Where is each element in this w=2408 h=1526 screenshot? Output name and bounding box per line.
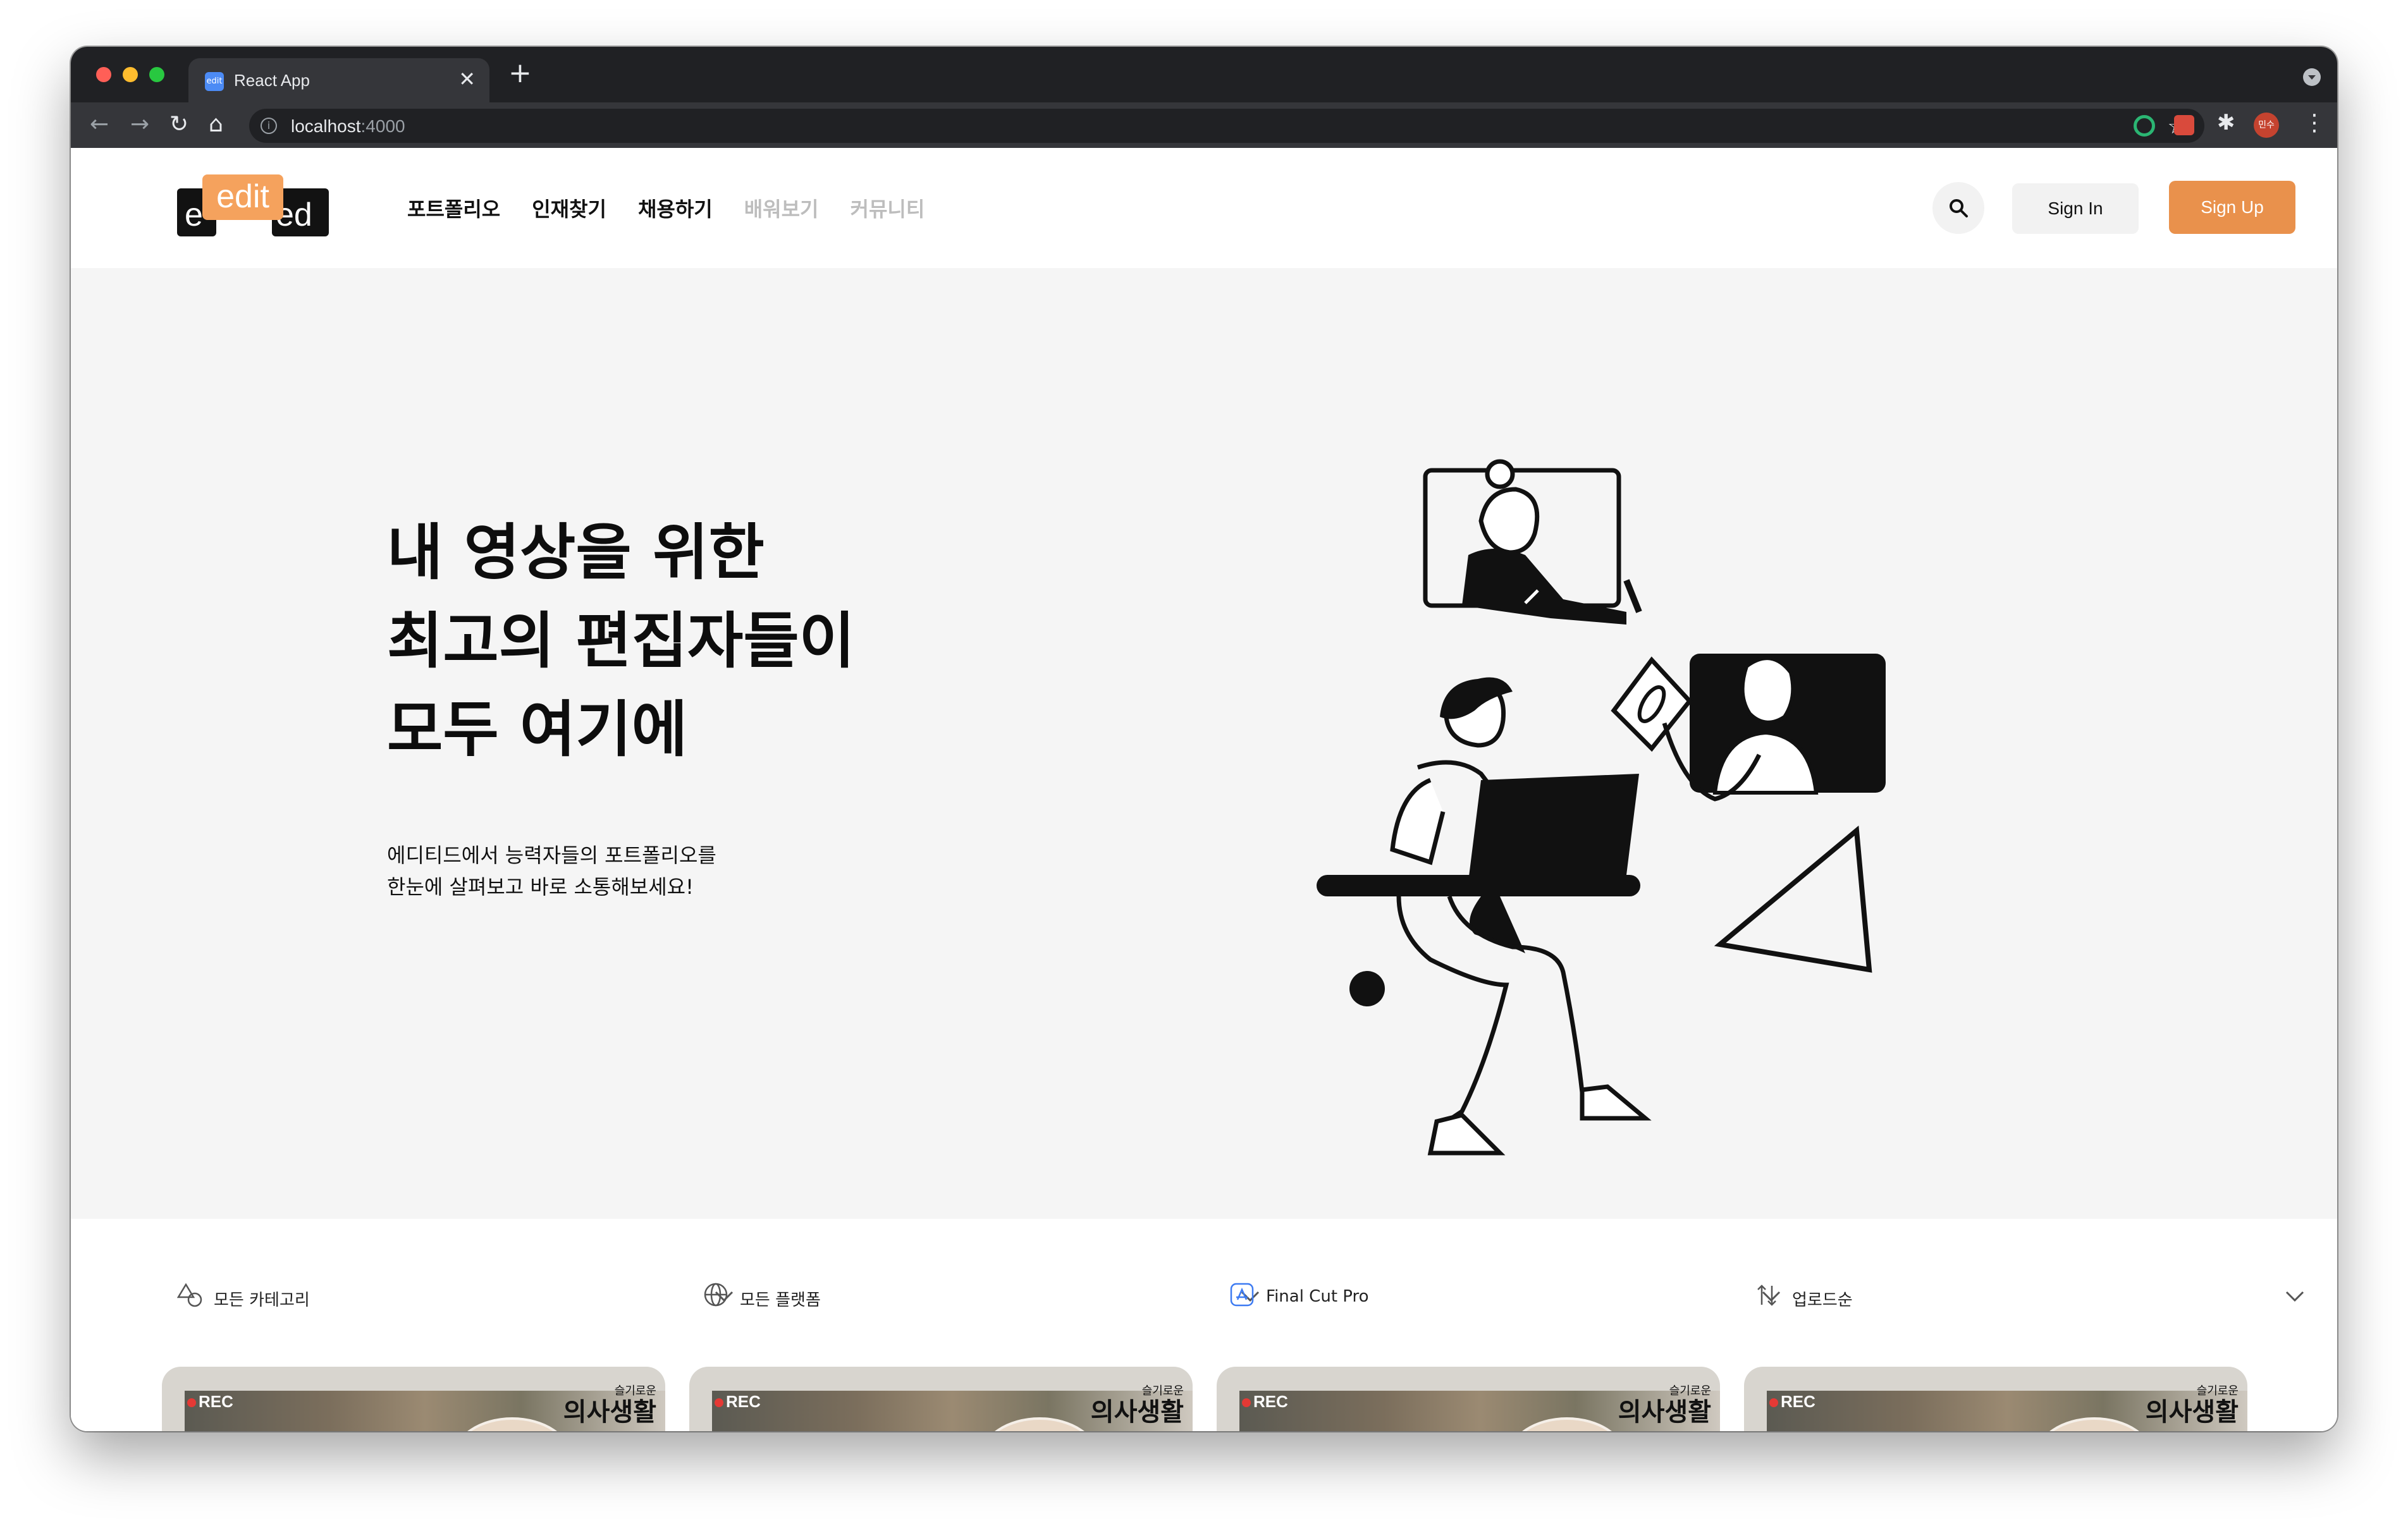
hero-title-line: 최고의 편집자들이: [387, 606, 855, 676]
category-filter-dropdown[interactable]: 모든 카테고리: [177, 1278, 746, 1316]
new-tab-button[interactable]: +: [508, 57, 532, 89]
portfolio-card[interactable]: REC 슬기로운 의사생활: [689, 1367, 1193, 1431]
software-filter-dropdown[interactable]: Final Cut Pro: [1229, 1278, 1798, 1316]
logo-edit-badge: edit: [202, 174, 283, 220]
page: e ed edit 포트폴리오 인재찾기 채용하기 배워보기 커뮤니티 Sign…: [71, 148, 2337, 1431]
address-bar[interactable]: i localhost:4000 ☆: [249, 109, 2204, 143]
favicon-icon: edit: [205, 72, 224, 91]
portfolio-card[interactable]: REC 슬기로운 의사생활: [1744, 1367, 2247, 1431]
show-title-small: 슬기로운: [614, 1384, 656, 1398]
tab-close-icon[interactable]: ✕: [458, 67, 476, 91]
rec-badge: REC: [715, 1392, 761, 1412]
portfolio-card[interactable]: REC 슬기로운 의사생활: [1217, 1367, 1720, 1431]
nav-item-portfolio[interactable]: 포트폴리오: [407, 193, 500, 223]
show-title: 슬기로운 의사생활: [563, 1382, 656, 1426]
url-text: localhost:4000: [291, 116, 405, 137]
logo-letter-e: e: [185, 197, 203, 233]
window-close-button[interactable]: [96, 67, 111, 82]
show-title-big: 의사생활: [2145, 1398, 2239, 1427]
globe-icon: [704, 1283, 728, 1307]
hero-title-line: 내 영상을 위한: [387, 517, 765, 588]
main-nav: 포트폴리오 인재찾기 채용하기 배워보기 커뮤니티: [407, 193, 924, 223]
rec-badge: REC: [187, 1392, 233, 1412]
platform-filter-dropdown[interactable]: 모든 플랫폼: [703, 1278, 1272, 1316]
hero-subtitle-line: 한눈에 살펴보고 바로 소통해보세요!: [387, 875, 694, 899]
site-logo[interactable]: e ed edit: [177, 174, 329, 244]
sign-up-button[interactable]: Sign Up: [2169, 181, 2295, 234]
software-filter-label: Final Cut Pro: [1266, 1287, 1369, 1306]
sort-label: 업로드순: [1792, 1291, 1853, 1310]
category-filter-label: 모든 카테고리: [214, 1291, 310, 1310]
rec-badge: REC: [1242, 1392, 1288, 1412]
search-button[interactable]: [1932, 182, 1984, 234]
profile-avatar[interactable]: 민수: [2254, 113, 2279, 138]
browser-toolbar: ← → ↻ ⌂ i localhost:4000 ☆ ✱ 민수 ⋮: [71, 102, 2337, 148]
tab-bar: edit React App ✕ +: [71, 47, 2337, 102]
nav-item-learn[interactable]: 배워보기: [744, 193, 819, 223]
show-title-small: 슬기로운: [1669, 1384, 1711, 1398]
show-title-small: 슬기로운: [2196, 1384, 2239, 1398]
extension-red-icon[interactable]: [2174, 115, 2194, 135]
sign-in-button[interactable]: Sign In: [2012, 183, 2139, 234]
nav-item-hiring[interactable]: 채용하기: [638, 193, 713, 223]
show-title-small: 슬기로운: [1141, 1384, 1184, 1398]
tab-title: React App: [234, 71, 310, 90]
show-title: 슬기로운 의사생활: [1091, 1382, 1184, 1426]
home-icon[interactable]: ⌂: [209, 111, 223, 137]
hero-section: 내 영상을 위한 최고의 편집자들이 모두 여기에 에디티드에서 능력자들의 포…: [71, 268, 2337, 1219]
rec-badge: REC: [1769, 1392, 1815, 1412]
show-title-big: 의사생활: [1090, 1398, 1184, 1427]
hero-title: 내 영상을 위한 최고의 편집자들이 모두 여기에: [387, 508, 855, 774]
extensions-puzzle-icon[interactable]: ✱: [2217, 110, 2235, 135]
chevron-down-icon: [2285, 1291, 2304, 1302]
shapes-icon: [177, 1283, 202, 1307]
extension-circle-icon[interactable]: [2134, 115, 2155, 137]
show-title-big: 의사생활: [563, 1398, 656, 1427]
hero-illustration: [1317, 459, 1886, 1156]
hero-subtitle: 에디티드에서 능력자들의 포트폴리오를 한눈에 살펴보고 바로 소통해보세요!: [387, 839, 716, 903]
window-maximize-button[interactable]: [149, 67, 164, 82]
forward-arrow-icon[interactable]: →: [130, 111, 149, 137]
site-header: e ed edit 포트폴리오 인재찾기 채용하기 배워보기 커뮤니티 Sign…: [71, 148, 2337, 269]
show-title: 슬기로운 의사생활: [2146, 1382, 2239, 1426]
nav-item-community[interactable]: 커뮤니티: [851, 193, 925, 223]
hero-title-line: 모두 여기에: [387, 694, 688, 765]
hero-subtitle-line: 에디티드에서 능력자들의 포트폴리오를: [387, 843, 716, 867]
site-info-icon[interactable]: i: [261, 118, 277, 134]
platform-filter-label: 모든 플랫폼: [740, 1291, 821, 1310]
browser-window: edit React App ✕ + ← → ↻ ⌂ i localhost:4…: [71, 47, 2337, 1431]
url-host: localhost: [291, 116, 361, 136]
browser-tab[interactable]: edit React App ✕: [188, 58, 489, 102]
reload-icon[interactable]: ↻: [169, 111, 188, 137]
url-port: :4000: [360, 116, 405, 136]
sort-icon: [1757, 1285, 1776, 1306]
nav-item-find-talent[interactable]: 인재찾기: [532, 193, 606, 223]
tab-search-icon[interactable]: [2303, 68, 2321, 86]
sort-dropdown[interactable]: 업로드순: [1755, 1278, 2325, 1316]
portfolio-card[interactable]: REC 슬기로운 의사생활: [162, 1367, 665, 1431]
browser-menu-icon[interactable]: ⋮: [2303, 110, 2326, 136]
show-title: 슬기로운 의사생활: [1618, 1382, 1711, 1426]
back-arrow-icon[interactable]: ←: [90, 111, 109, 137]
app-store-icon: [1230, 1283, 1254, 1307]
show-title-big: 의사생활: [1618, 1398, 1711, 1427]
window-minimize-button[interactable]: [123, 67, 138, 82]
search-icon: [1950, 199, 1968, 217]
